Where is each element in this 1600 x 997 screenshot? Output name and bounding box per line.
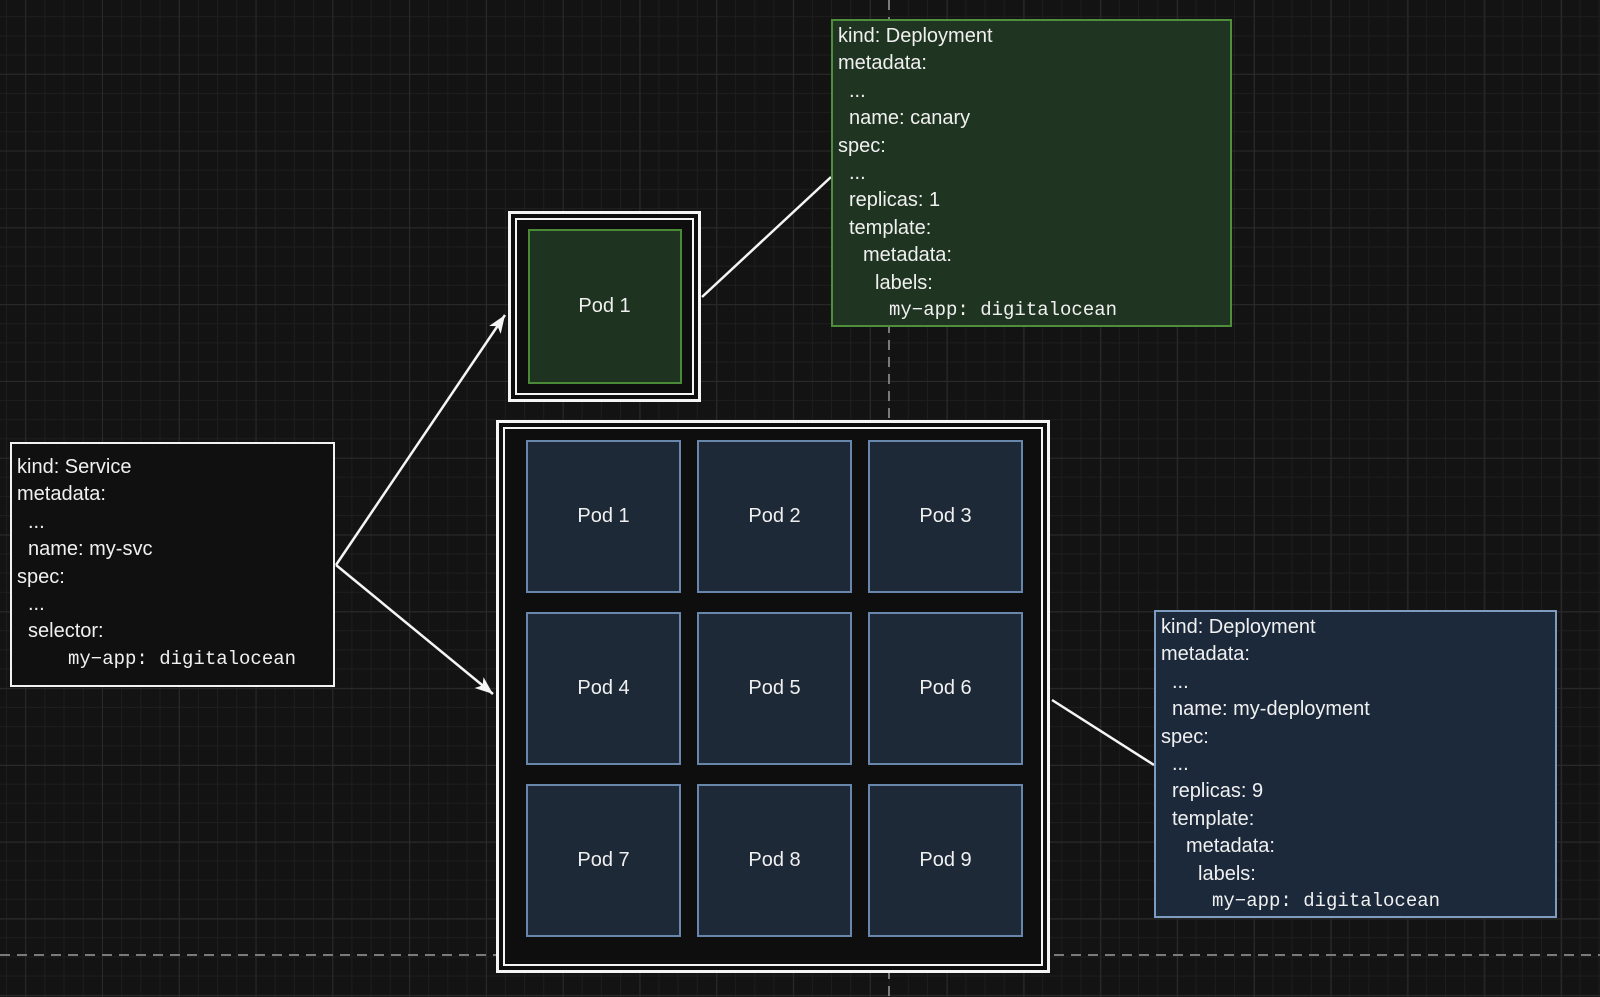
yaml-line: name: my-svc [12,536,333,563]
pod[interactable]: Pod 9 [868,784,1023,937]
service-to-deployment-arrow[interactable] [336,565,493,694]
yaml-line: ... [833,78,1230,105]
pod-label: Pod 3 [919,505,971,528]
yaml-line: kind: Deployment [833,23,1230,50]
pod-label: Pod 5 [748,677,800,700]
yaml-line: spec: [1156,724,1555,751]
deployment-manifest-connector[interactable] [1052,700,1154,765]
yaml-line: ... [833,160,1230,187]
canary-manifest-box[interactable]: kind: Deploymentmetadata:...name: canary… [831,19,1232,327]
replica-pod-container-inner-border: Pod 1 Pod 2 Pod 3 Pod 4 Pod 5 Pod 6 Pod 7 Pod 8… [503,427,1043,966]
yaml-line: name: my-deployment [1156,696,1555,723]
canary-pod-container[interactable]: Pod 1 [508,211,701,402]
pod[interactable]: Pod 8 [697,784,852,937]
yaml-line: metadata: [833,242,1230,269]
service-to-canary-arrow[interactable] [336,315,505,565]
replica-pod-grid: Pod 1 Pod 2 Pod 3 Pod 4 Pod 5 Pod 6 Pod 7 Pod 8… [505,429,1041,964]
service-manifest-box[interactable]: kind: Servicemetadata:...name: my-svcspe… [10,442,335,687]
yaml-line: my−app: digitalocean [1156,888,1555,915]
replica-pod-container[interactable]: Pod 1 Pod 2 Pod 3 Pod 4 Pod 5 Pod 6 Pod 7 Pod 8… [496,420,1050,973]
pod-label: Pod 9 [919,849,971,872]
yaml-line: kind: Service [12,454,333,481]
yaml-line: name: canary [833,105,1230,132]
yaml-line: my−app: digitalocean [12,646,333,673]
pod[interactable]: Pod 4 [526,612,681,765]
canary-pod-container-inner-border: Pod 1 [515,218,694,395]
yaml-line: ... [12,591,333,618]
pod[interactable]: Pod 7 [526,784,681,937]
pod-label: Pod 2 [748,505,800,528]
canary-pod-area: Pod 1 [517,220,692,393]
yaml-line: selector: [12,618,333,645]
pod[interactable]: Pod 6 [868,612,1023,765]
yaml-line: template: [1156,806,1555,833]
yaml-line: metadata: [12,481,333,508]
yaml-line: replicas: 1 [833,187,1230,214]
pod[interactable]: Pod 1 [526,440,681,593]
pod[interactable]: Pod 1 [528,229,682,384]
yaml-line: ... [12,509,333,536]
yaml-line: ... [1156,751,1555,778]
pod-label: Pod 6 [919,677,971,700]
pod-label: Pod 1 [577,505,629,528]
yaml-line: replicas: 9 [1156,778,1555,805]
pod-label: Pod 1 [578,295,630,318]
yaml-line: template: [833,215,1230,242]
deployment-manifest-box[interactable]: kind: Deploymentmetadata:...name: my-dep… [1154,610,1557,918]
yaml-line: kind: Deployment [1156,614,1555,641]
pod-label: Pod 8 [748,849,800,872]
yaml-line: ... [1156,669,1555,696]
pod-label: Pod 4 [577,677,629,700]
diagram-canvas: kind: Servicemetadata:...name: my-svcspe… [0,0,1600,997]
canary-manifest-connector[interactable] [702,177,831,297]
yaml-line: my−app: digitalocean [833,297,1230,324]
yaml-line: metadata: [833,50,1230,77]
yaml-line: labels: [833,270,1230,297]
pod[interactable]: Pod 3 [868,440,1023,593]
pod[interactable]: Pod 2 [697,440,852,593]
pod-label: Pod 7 [577,849,629,872]
pod[interactable]: Pod 5 [697,612,852,765]
yaml-line: spec: [833,133,1230,160]
yaml-line: labels: [1156,861,1555,888]
yaml-line: spec: [12,564,333,591]
yaml-line: metadata: [1156,833,1555,860]
yaml-line: metadata: [1156,641,1555,668]
